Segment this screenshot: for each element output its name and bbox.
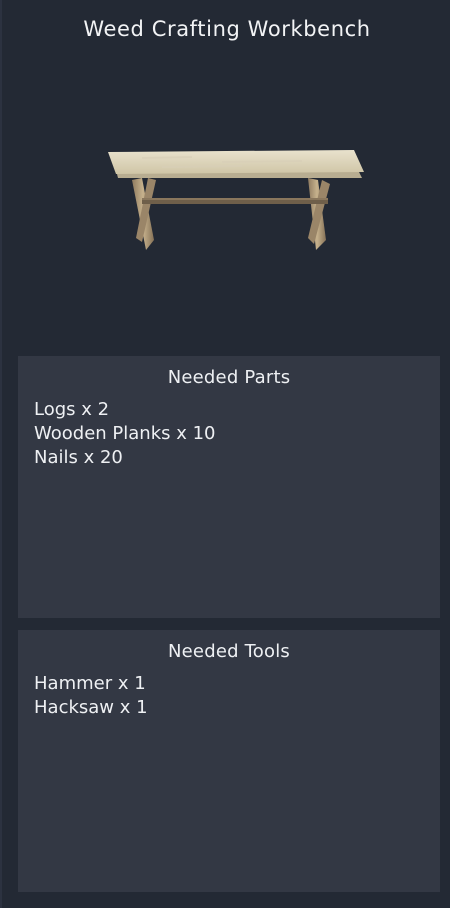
workbench-image [108,150,364,250]
crafting-panel: Weed Crafting Workbench Needed Parts Log… [0,0,450,908]
needed-parts-header: Needed Parts [167,367,291,388]
needed-parts-list: Logs x 2 Wooden Planks x 10 Nails x 20 [34,398,216,470]
needed-parts-panel: Needed Parts Logs x 2 Wooden Planks x 10… [18,356,440,618]
needed-tools-header: Needed Tools [167,641,290,662]
needed-tools-panel: Needed Tools Hammer x 1 Hacksaw x 1 [18,630,440,892]
workbench-preview [102,140,372,260]
part-item: Wooden Planks x 10 [34,423,216,444]
part-item: Nails x 20 [34,447,123,468]
tool-item: Hacksaw x 1 [34,697,148,718]
needed-tools-list: Hammer x 1 Hacksaw x 1 [34,672,148,720]
part-item: Logs x 2 [34,399,110,420]
item-title: Weed Crafting Workbench [83,17,371,41]
tool-item: Hammer x 1 [34,673,146,694]
